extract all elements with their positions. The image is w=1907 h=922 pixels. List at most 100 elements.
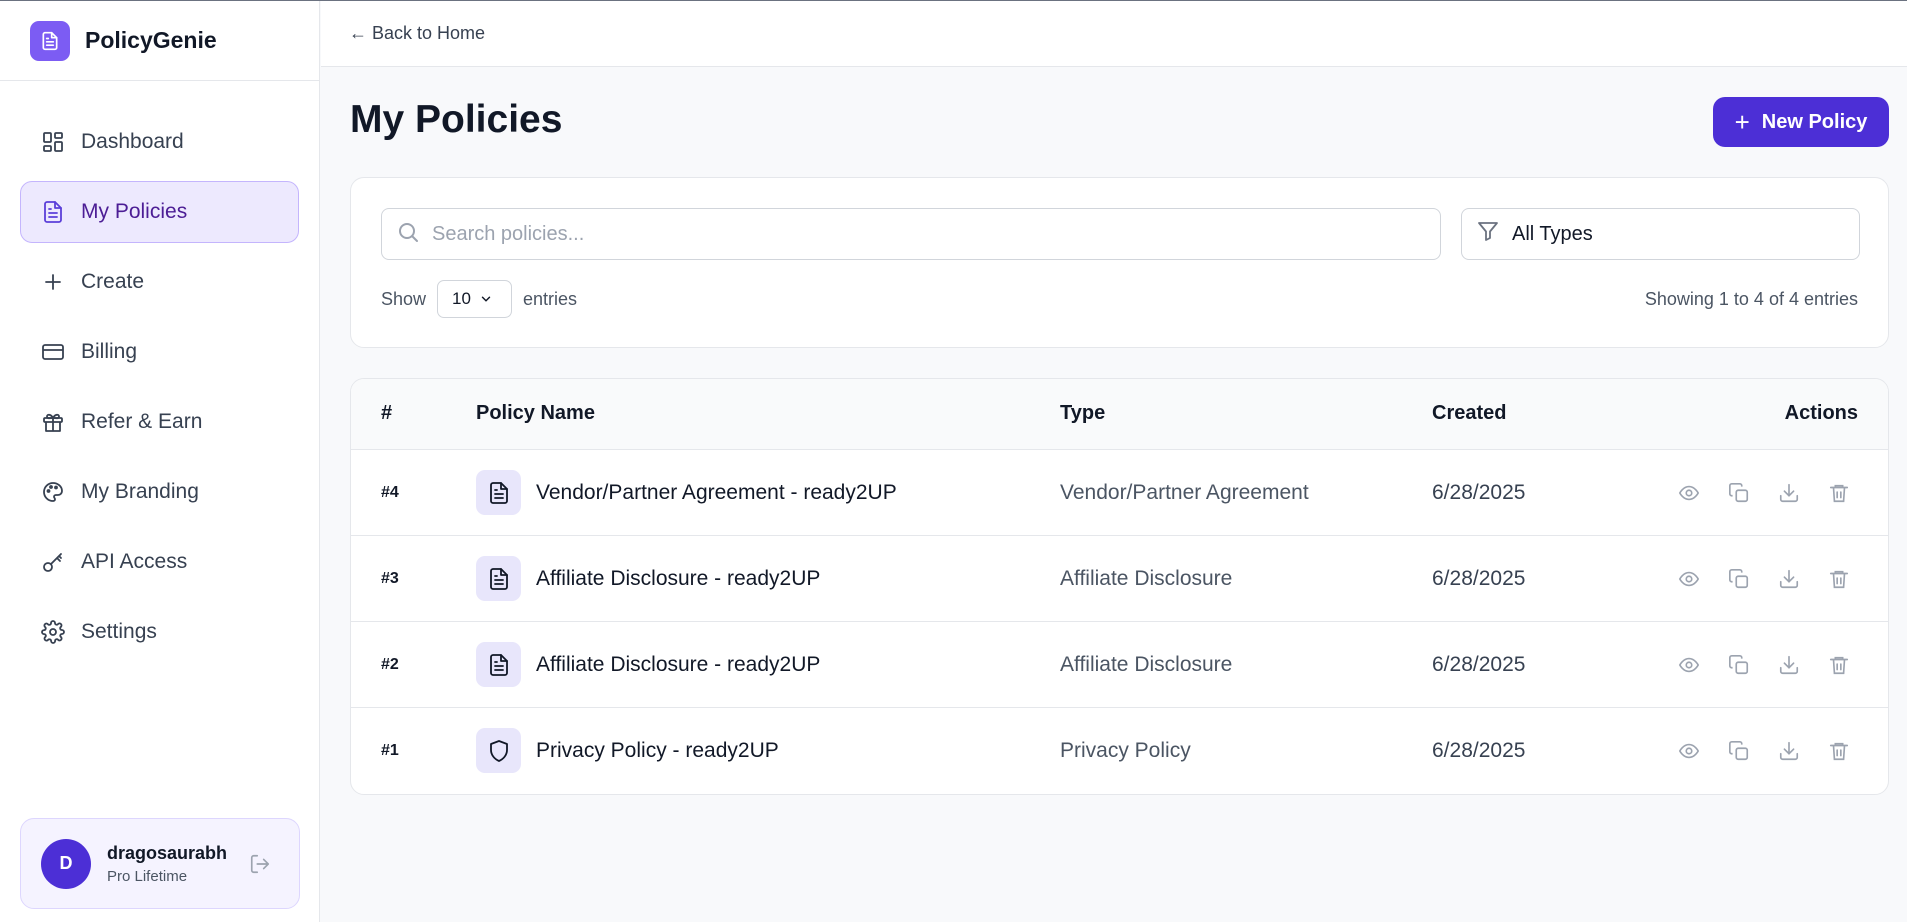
sidebar-item-label: Refer & Earn: [81, 410, 203, 433]
sidebar-item-billing[interactable]: Billing: [20, 321, 299, 383]
key-icon: [41, 550, 65, 574]
table-row[interactable]: #2 Affiliate Disclosure - ready2UP Affil…: [351, 622, 1888, 708]
brand[interactable]: PolicyGenie: [0, 1, 319, 81]
type-filter-select[interactable]: All Types: [1461, 208, 1860, 260]
avatar: D: [41, 838, 91, 889]
back-to-home-link[interactable]: ← Back to Home: [349, 23, 485, 44]
type-filter-value: All Types: [1512, 222, 1593, 245]
table-header: # Policy Name Type Created Actions: [351, 379, 1888, 450]
document-icon: [476, 470, 521, 515]
logout-icon[interactable]: [249, 853, 271, 875]
showing-entries-text: Showing 1 to 4 of 4 entries: [1644, 289, 1858, 309]
table-row[interactable]: #4 Vendor/Partner Agreement - ready2UP V…: [351, 450, 1888, 536]
trash-icon[interactable]: [1827, 567, 1851, 591]
sidebar-item-my-branding[interactable]: My Branding: [20, 461, 299, 523]
sidebar-item-label: My Branding: [81, 480, 199, 503]
chevron-down-icon: [481, 296, 491, 302]
view-icon[interactable]: [1677, 481, 1701, 505]
header-created[interactable]: Created: [1432, 402, 1506, 425]
policy-created: 6/28/2025: [1432, 481, 1526, 504]
document-icon: [476, 556, 521, 601]
topbar: ← Back to Home: [321, 1, 1907, 67]
table-row[interactable]: #3 Affiliate Disclosure - ready2UP Affil…: [351, 536, 1888, 622]
sidebar-item-label: Billing: [81, 340, 138, 363]
sidebar-item-label: Create: [81, 270, 145, 293]
user-name: dragosaurabh: [107, 842, 228, 863]
policy-name[interactable]: Affiliate Disclosure - ready2UP: [536, 653, 820, 677]
row-number: #3: [381, 570, 399, 587]
sidebar-item-my-policies[interactable]: My Policies: [20, 181, 299, 243]
document-icon: [30, 20, 70, 61]
sidebar-item-settings[interactable]: Settings: [20, 601, 299, 663]
search-box[interactable]: [381, 208, 1441, 260]
download-icon[interactable]: [1777, 739, 1801, 763]
policy-name[interactable]: Affiliate Disclosure - ready2UP: [536, 567, 820, 591]
entries-label: entries: [523, 288, 578, 309]
policy-type: Privacy Policy: [1060, 739, 1191, 762]
sidebar-item-refer-earn[interactable]: Refer & Earn: [20, 391, 299, 453]
shield-icon: [476, 728, 521, 773]
sidebar-item-create[interactable]: Create: [20, 251, 299, 313]
header-actions: Actions: [1784, 402, 1858, 424]
row-actions: [1677, 739, 1877, 763]
trash-icon[interactable]: [1827, 653, 1851, 677]
gear-icon: [41, 620, 65, 644]
plus-icon: +: [1734, 107, 1750, 137]
policy-created: 6/28/2025: [1432, 567, 1526, 590]
sidebar-nav: Dashboard My Policies Create Billing Ref…: [0, 81, 319, 663]
search-input[interactable]: [432, 222, 1412, 246]
document-icon: [476, 642, 521, 687]
row-number: #1: [381, 742, 399, 759]
filter-card: All Types Show 10 entries Showing 1 to 4…: [350, 177, 1889, 348]
brand-name: PolicyGenie: [85, 27, 217, 53]
sidebar-item-label: Settings: [81, 620, 157, 643]
policy-created: 6/28/2025: [1432, 739, 1526, 762]
filter-icon: [1476, 219, 1500, 249]
row-actions: [1677, 481, 1877, 505]
trash-icon[interactable]: [1827, 481, 1851, 505]
credit-card-icon: [41, 340, 65, 364]
view-icon[interactable]: [1677, 739, 1701, 763]
download-icon[interactable]: [1777, 481, 1801, 505]
show-label: Show: [381, 288, 427, 309]
policy-name[interactable]: Vendor/Partner Agreement - ready2UP: [536, 481, 897, 505]
sidebar-item-label: API Access: [81, 550, 188, 573]
entries-select[interactable]: 10: [437, 280, 513, 318]
row-actions: [1677, 653, 1877, 677]
copy-icon[interactable]: [1727, 739, 1751, 763]
entries-control: Show 10 entries: [381, 280, 577, 318]
table-row[interactable]: #1 Privacy Policy - ready2UP Privacy Pol…: [351, 708, 1888, 794]
search-icon: [396, 220, 420, 249]
palette-icon: [41, 480, 65, 504]
new-policy-button[interactable]: + New Policy: [1713, 97, 1889, 147]
user-card[interactable]: D dragosaurabh Pro Lifetime: [20, 818, 300, 909]
view-icon[interactable]: [1677, 653, 1701, 677]
header-policy-name[interactable]: Policy Name: [476, 402, 595, 425]
row-number: #4: [381, 484, 399, 501]
copy-icon[interactable]: [1727, 653, 1751, 677]
sidebar-item-api-access[interactable]: API Access: [20, 531, 299, 593]
header-type[interactable]: Type: [1060, 402, 1105, 425]
header-num: #: [381, 402, 393, 424]
user-plan: Pro Lifetime: [107, 867, 188, 885]
copy-icon[interactable]: [1727, 481, 1751, 505]
row-number: #2: [381, 656, 399, 673]
trash-icon[interactable]: [1827, 739, 1851, 763]
view-icon[interactable]: [1677, 567, 1701, 591]
page-title: My Policies: [350, 98, 563, 141]
sidebar-item-label: My Policies: [81, 200, 188, 223]
download-icon[interactable]: [1777, 653, 1801, 677]
policy-name[interactable]: Privacy Policy - ready2UP: [536, 739, 779, 763]
new-policy-label: New Policy: [1761, 110, 1868, 133]
entries-value: 10: [452, 289, 471, 308]
download-icon[interactable]: [1777, 567, 1801, 591]
sidebar-item-label: Dashboard: [81, 130, 184, 153]
policy-type: Affiliate Disclosure: [1060, 567, 1233, 590]
policies-table: # Policy Name Type Created Actions #4 Ve…: [350, 378, 1889, 795]
document-icon: [41, 200, 65, 224]
sidebar-item-dashboard[interactable]: Dashboard: [20, 111, 299, 173]
dashboard-icon: [41, 130, 65, 154]
policy-created: 6/28/2025: [1432, 653, 1526, 676]
copy-icon[interactable]: [1727, 567, 1751, 591]
sidebar: PolicyGenie Dashboard My Policies Create…: [0, 1, 320, 922]
